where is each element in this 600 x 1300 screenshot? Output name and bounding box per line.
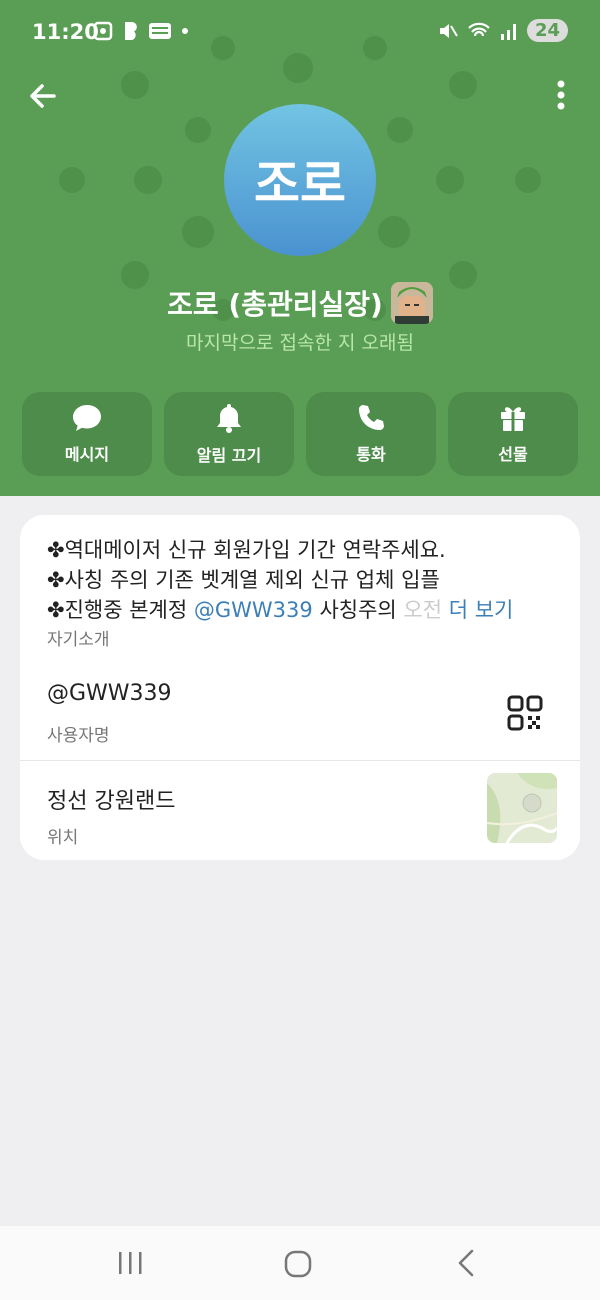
b-app-icon [125, 22, 137, 40]
wifi-icon [468, 22, 490, 36]
bio-text[interactable]: ✤역대메이저 신규 회원가입 기간 연락주세요. ✤사칭 주의 기존 벳계열 제… [47, 535, 567, 625]
location-value[interactable]: 정선 강원랜드 [47, 783, 175, 815]
dot-icon [182, 28, 188, 34]
mute-notifications-button[interactable]: 알림 끄기 [164, 392, 294, 476]
webtoon-icon [149, 23, 171, 39]
mute-icon [439, 23, 458, 38]
action-buttons: 메시지 알림 끄기 통화 선물 [22, 392, 578, 476]
qr-code-icon[interactable] [507, 695, 543, 731]
bio-caption: 자기소개 [47, 630, 110, 650]
bio-line: ✤역대메이저 신규 회원가입 기간 연락주세요. [47, 538, 446, 562]
bio-faded-text: 오전 [403, 598, 443, 622]
last-seen-status: 마지막으로 접속한 지 오래됨 [186, 332, 414, 354]
back-arrow-icon[interactable] [24, 76, 64, 116]
bio-line-suffix: 사칭주의 [312, 598, 404, 622]
bio-line: ✤사칭 주의 기존 벳계열 제외 신규 업체 입플 [47, 568, 440, 592]
custom-emoji-icon[interactable] [390, 282, 433, 324]
username-caption: 사용자명 [47, 726, 110, 746]
screenshot-icon [93, 21, 113, 41]
message-label: 메시지 [64, 445, 110, 464]
system-icons: 24 [437, 19, 568, 42]
gift-icon [501, 407, 525, 431]
status-time: 11:20 [32, 20, 99, 44]
bio-line-prefix: ✤진행중 본계정 [47, 598, 194, 622]
location-map-thumbnail[interactable] [487, 773, 557, 843]
bell-icon [217, 404, 241, 433]
profile-name-row: 조로 (총관리실장) [0, 282, 600, 324]
bio-mention-link[interactable]: @GWW339 [194, 598, 313, 622]
profile-header: 11:20 24 조로 조로 (총관리실장) 마지막으로 접속한 지 오래됨 메… [0, 0, 600, 496]
recent-apps-icon[interactable] [115, 1250, 145, 1276]
system-navigation-bar [0, 1226, 600, 1300]
signal-icon [500, 23, 516, 40]
battery-badge: 24 [526, 19, 568, 42]
status-bar: 11:20 24 [0, 0, 600, 64]
mute-label: 알림 끄기 [196, 446, 262, 465]
phone-icon [359, 405, 384, 430]
profile-name: 조로 (총관리실장) [167, 288, 383, 321]
notification-icons [92, 20, 190, 42]
nav-back-icon[interactable] [454, 1248, 478, 1278]
message-icon [73, 405, 101, 431]
gift-button[interactable]: 선물 [448, 392, 578, 476]
location-caption: 위치 [47, 828, 79, 848]
profile-avatar[interactable]: 조로 [224, 104, 376, 256]
profile-info-card: ✤역대메이저 신규 회원가입 기간 연락주세요. ✤사칭 주의 기존 벳계열 제… [20, 515, 580, 860]
home-icon[interactable] [284, 1250, 312, 1278]
gift-label: 선물 [498, 445, 528, 464]
show-more-link[interactable]: 더 보기 [449, 598, 514, 622]
message-button[interactable]: 메시지 [22, 392, 152, 476]
more-options-icon[interactable] [546, 76, 576, 116]
username-value[interactable]: @GWW339 [47, 681, 172, 706]
call-label: 통화 [356, 445, 386, 464]
call-button[interactable]: 통화 [306, 392, 436, 476]
bio-line: ✤진행중 본계정 @GWW339 사칭주의 오전 더 보기 [47, 595, 567, 625]
divider [20, 760, 580, 761]
